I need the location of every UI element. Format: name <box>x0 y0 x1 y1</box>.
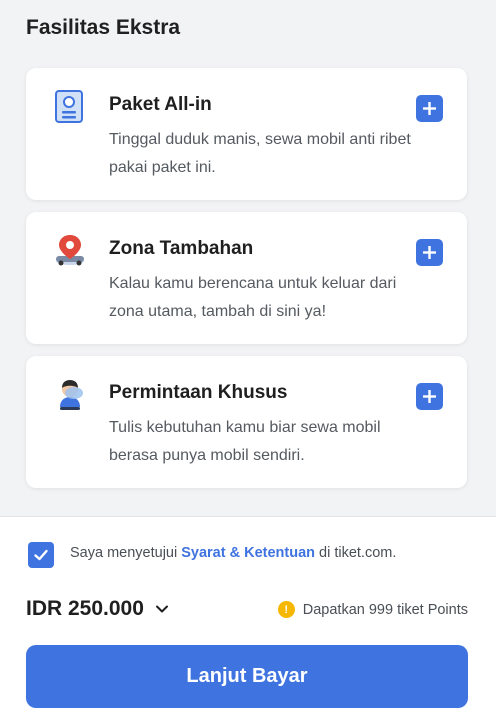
card-paket-all-in[interactable]: Paket All-in Tinggal duduk manis, sewa m… <box>26 68 467 200</box>
total-price: IDR 250.000 <box>26 597 144 620</box>
card-description: Tulis kebutuhan kamu biar sewa mobil ber… <box>109 419 381 464</box>
card-permintaan-khusus[interactable]: Permintaan Khusus Tulis kebutuhan kamu b… <box>26 356 467 488</box>
card-title: Paket All-in <box>109 94 212 115</box>
agreement-checkbox[interactable] <box>28 542 54 568</box>
map-pin-car-icon <box>52 232 86 268</box>
special-request-icon <box>52 376 86 412</box>
card-title: Zona Tambahan <box>109 238 254 259</box>
plus-icon <box>423 102 436 115</box>
chevron-down-icon <box>155 605 168 613</box>
agreement-text: Saya menyetujui Syarat & Ketentuan di ti… <box>70 545 396 561</box>
points-info: ! Dapatkan 999 tiket Points <box>277 601 468 618</box>
terms-link[interactable]: Syarat & Ketentuan <box>181 545 315 561</box>
card-zona-tambahan[interactable]: Zona Tambahan Kalau kamu berencana untuk… <box>26 212 467 344</box>
check-icon <box>34 549 48 561</box>
add-zona-tambahan-button[interactable] <box>416 239 443 266</box>
add-permintaan-khusus-button[interactable] <box>416 383 443 410</box>
card-title: Permintaan Khusus <box>109 382 288 403</box>
card-description: Tinggal duduk manis, sewa mobil anti rib… <box>109 131 411 176</box>
section-title: Fasilitas Ekstra <box>26 16 181 39</box>
agreement-prefix: Saya menyetujui <box>70 545 182 561</box>
lanjut-bayar-button[interactable]: Lanjut Bayar <box>26 645 468 708</box>
plus-icon <box>423 390 436 403</box>
price-toggle[interactable]: IDR 250.000 <box>26 597 170 621</box>
card-description: Kalau kamu berencana untuk keluar dari z… <box>109 275 397 320</box>
id-card-icon <box>52 88 86 124</box>
agreement-suffix: di tiket.com. <box>315 545 397 561</box>
plus-icon <box>423 246 436 259</box>
add-paket-all-in-button[interactable] <box>416 95 443 122</box>
points-text: Dapatkan 999 tiket Points <box>302 601 468 618</box>
checkout-panel: Saya menyetujui Syarat & Ketentuan di ti… <box>0 516 496 725</box>
coin-icon: ! <box>277 601 295 618</box>
